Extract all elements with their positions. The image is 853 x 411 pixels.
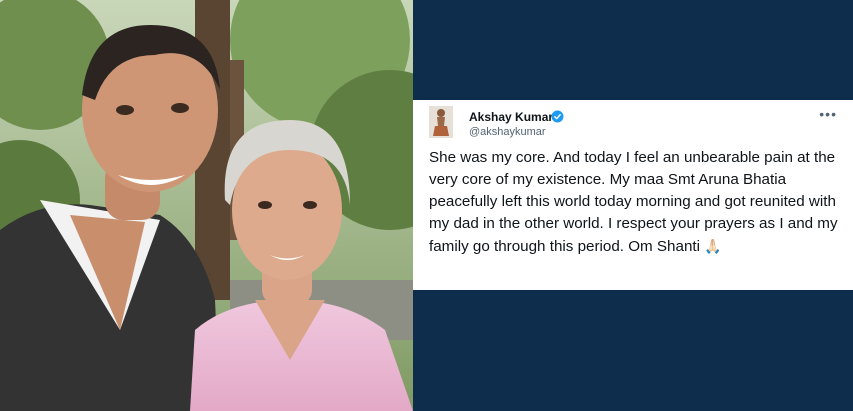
tweet-text: She was my core. And today I feel an unb… bbox=[429, 147, 839, 258]
more-options-icon[interactable]: ••• bbox=[819, 106, 837, 122]
author-name[interactable]: Akshay Kumar bbox=[469, 110, 553, 124]
tweet-card[interactable]: Akshay Kumar @akshaykumar ••• She was my… bbox=[413, 100, 853, 290]
tweet-body: She was my core. And today I feel an unb… bbox=[429, 149, 838, 255]
avatar[interactable] bbox=[429, 106, 453, 138]
verified-badge-icon bbox=[551, 110, 564, 123]
tweet-header: Akshay Kumar @akshaykumar ••• bbox=[429, 106, 837, 142]
author-handle[interactable]: @akshaykumar bbox=[469, 126, 546, 138]
photo-illustration bbox=[0, 0, 413, 411]
avatar-icon bbox=[429, 106, 453, 138]
praying-hands-emoji: 🙏🏻 bbox=[704, 238, 722, 254]
photo bbox=[0, 0, 413, 411]
